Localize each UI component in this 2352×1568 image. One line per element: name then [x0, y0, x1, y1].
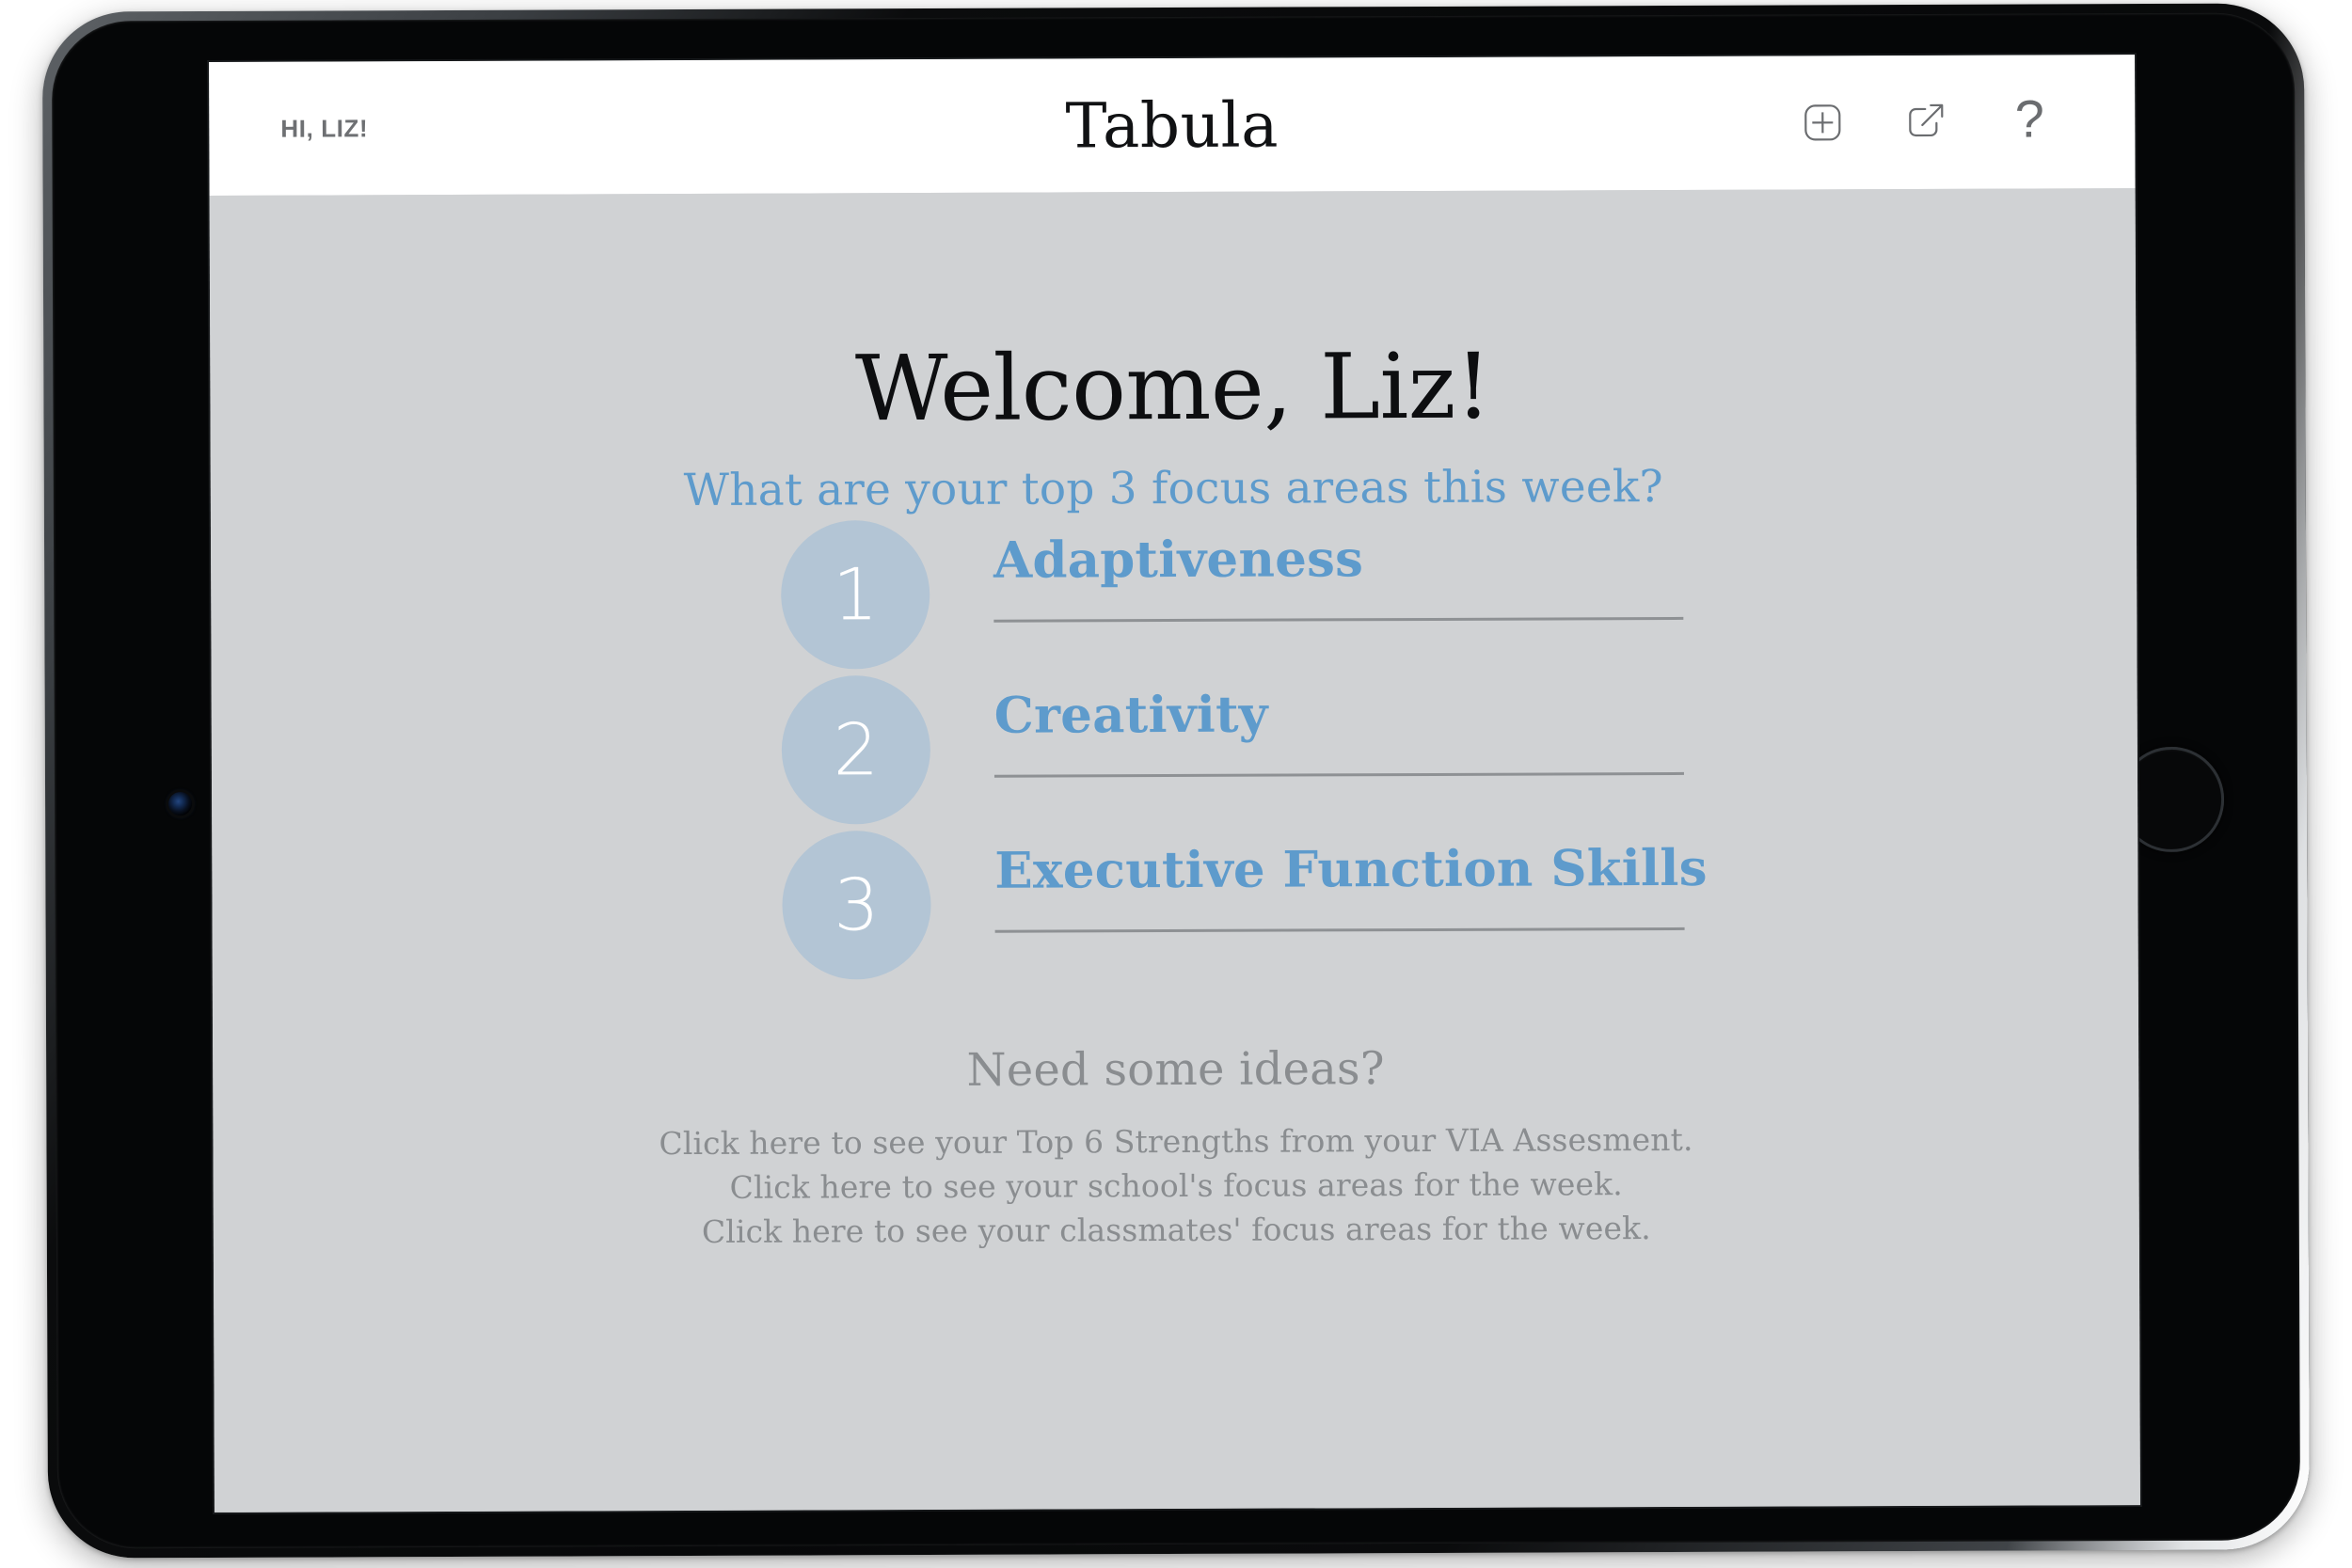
focus-area-row: 3 Executive Function Skills [212, 826, 2138, 989]
focus-area-input-1[interactable]: Adaptiveness [993, 530, 1684, 623]
focus-area-value: Creativity [993, 685, 1268, 745]
focus-area-row: 1 Adaptiveness [211, 515, 2137, 678]
help-icon[interactable]: ? [2007, 88, 2052, 148]
page-subtitle: What are your top 3 focus areas this wee… [683, 461, 1663, 517]
focus-area-input-3[interactable]: Executive Function Skills [994, 839, 1708, 933]
focus-area-value: Adaptiveness [993, 530, 1364, 590]
page-title: Welcome, Liz! [854, 333, 1492, 442]
ideas-link-list: Click here to see your Top 6 Strengths f… [213, 1117, 2139, 1256]
front-camera-icon [168, 792, 193, 816]
focus-number-badge: 2 [781, 675, 931, 825]
focus-number-badge: 1 [780, 520, 930, 670]
tablet-device: HI, LIZ! Tabula ? Welcome, Liz! What are… [41, 3, 2311, 1559]
ideas-section: Need some ideas? Click here to see your … [213, 1039, 2139, 1256]
ideas-heading: Need some ideas? [966, 1042, 1385, 1097]
focus-area-value: Executive Function Skills [994, 838, 1708, 900]
focus-area-input-2[interactable]: Creativity [994, 686, 1684, 778]
focus-area-row: 2 Creativity [212, 671, 2138, 833]
ideas-link-classmates[interactable]: Click here to see your classmates' focus… [214, 1205, 2139, 1257]
ideas-link-school[interactable]: Click here to see your school's focus ar… [214, 1161, 2139, 1212]
focus-number-badge: 3 [782, 831, 931, 980]
add-icon[interactable] [1800, 100, 1845, 145]
screenshot-stage: HI, LIZ! Tabula ? Welcome, Liz! What are… [0, 0, 2352, 1568]
focus-area-list: 1 Adaptiveness 2 Creativity 3 Executive … [211, 515, 2138, 989]
tablet-screen: HI, LIZ! Tabula ? Welcome, Liz! What are… [209, 55, 2140, 1513]
app-header: HI, LIZ! Tabula ? [209, 55, 2136, 196]
header-icon-group: ? [1800, 88, 2052, 149]
ideas-link-strengths[interactable]: Click here to see your Top 6 Strengths f… [213, 1117, 2138, 1168]
main-content: Welcome, Liz! What are your top 3 focus … [209, 188, 2140, 1513]
share-icon[interactable] [1903, 100, 1948, 145]
